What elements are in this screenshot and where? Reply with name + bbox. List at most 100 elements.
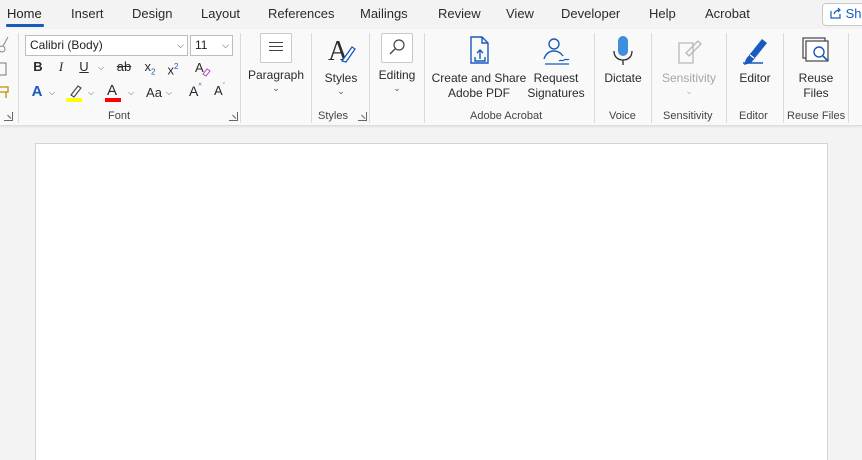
create-pdf-label-2: Adobe PDF — [447, 86, 511, 100]
microphone-icon — [613, 36, 633, 65]
ribbon: Calibri (Body) ⌵ 11 ⌵ B I U ⌵ ab x2 x2 A… — [0, 29, 862, 126]
group-separator — [240, 33, 241, 123]
superscript-mark: 2 — [174, 62, 179, 71]
shrink-font-letter: A — [214, 83, 223, 98]
font-name-combobox[interactable]: Calibri (Body) ⌵ — [25, 35, 188, 56]
grow-font-button[interactable]: A^ — [189, 83, 207, 103]
create-pdf-icon — [470, 36, 489, 64]
tab-insert[interactable]: Insert — [71, 6, 104, 21]
group-separator — [726, 33, 727, 123]
sensitivity-label: Sensitivity — [661, 71, 717, 85]
document-page[interactable] — [35, 143, 828, 460]
chevron-down-icon: ⌵ — [177, 40, 184, 50]
share-label: Share — [845, 6, 862, 21]
tab-acrobat[interactable]: Acrobat — [705, 6, 750, 21]
font-color-letter: A — [107, 82, 118, 99]
format-painter-icon[interactable] — [0, 81, 12, 101]
editor-button[interactable]: Editor — [732, 35, 778, 86]
text-effects-button[interactable]: A — [28, 82, 46, 102]
underline-button[interactable]: U — [76, 57, 92, 77]
tab-home[interactable]: Home — [7, 6, 42, 21]
paragraph-icon — [260, 33, 292, 63]
highlighter-icon — [66, 85, 82, 102]
editing-label: Editing — [378, 68, 416, 82]
shrink-font-button[interactable]: Aˇ — [214, 83, 232, 103]
editor-pen-icon — [743, 39, 767, 65]
bold-button[interactable]: B — [30, 57, 46, 77]
grow-font-letter: A — [189, 83, 199, 99]
reuse-files-group-label: Reuse Files — [787, 110, 846, 122]
editor-label: Editor — [739, 71, 771, 85]
group-separator — [18, 33, 19, 123]
tab-design[interactable]: Design — [132, 6, 172, 21]
font-dialog-launcher[interactable] — [229, 112, 238, 121]
reuse-label-2: Files — [803, 86, 829, 100]
subscript-mark: 2 — [151, 67, 156, 77]
chevron-down-icon: ⌄ — [272, 83, 280, 93]
font-color-swatch — [105, 98, 121, 102]
svg-text:A: A — [195, 60, 204, 75]
sensitivity-group-label: Sensitivity — [663, 110, 713, 122]
italic-button[interactable]: I — [53, 57, 69, 77]
caret-up-icon: ^ — [198, 83, 202, 90]
font-size-value: 11 — [195, 38, 208, 52]
create-share-pdf-button[interactable]: Create and Share Adobe PDF — [430, 35, 528, 101]
editing-button[interactable]: Editing ⌄ — [374, 33, 420, 93]
group-separator — [783, 33, 784, 123]
group-separator — [424, 33, 425, 123]
request-label-1: Request — [533, 71, 579, 85]
reuse-files-icon — [802, 37, 829, 62]
paragraph-button[interactable]: Paragraph ⌄ — [246, 33, 306, 93]
tab-view[interactable]: View — [506, 6, 534, 21]
tab-developer[interactable]: Developer — [561, 6, 620, 21]
clear-formatting-icon[interactable]: A — [194, 59, 212, 77]
font-name-value: Calibri (Body) — [30, 38, 103, 52]
underline-options-chevron-icon[interactable]: ⌵ — [98, 63, 104, 73]
editor-group-label: Editor — [739, 110, 768, 122]
subscript-button[interactable]: x2 — [142, 57, 158, 77]
acrobat-group-label: Adobe Acrobat — [470, 110, 543, 122]
change-case-button[interactable]: Aa — [143, 83, 165, 103]
group-separator — [651, 33, 652, 123]
tab-help[interactable]: Help — [649, 6, 676, 21]
group-separator — [369, 33, 370, 123]
change-case-chevron-icon[interactable]: ⌵ — [166, 88, 172, 98]
font-color-button[interactable]: A — [104, 82, 124, 103]
chevron-down-icon: ⌄ — [337, 86, 345, 96]
signature-icon — [543, 38, 570, 65]
sensitivity-button[interactable]: Sensitivity ⌄ — [658, 35, 720, 96]
font-size-combobox[interactable]: 11 ⌵ — [190, 35, 233, 56]
tab-references[interactable]: References — [268, 6, 334, 21]
tab-layout[interactable]: Layout — [201, 6, 240, 21]
text-effects-chevron-icon[interactable]: ⌵ — [49, 88, 55, 98]
cut-icon[interactable] — [0, 35, 12, 55]
font-group-label: Font — [108, 110, 131, 122]
request-signatures-button[interactable]: Request Signatures — [526, 35, 586, 101]
styles-label: Styles — [324, 71, 358, 85]
highlight-chevron-icon[interactable]: ⌵ — [88, 88, 94, 98]
styles-icon: A — [328, 36, 356, 67]
group-separator — [848, 33, 849, 123]
chevron-down-icon: ⌄ — [685, 86, 693, 96]
reuse-files-button[interactable]: Reuse Files — [790, 35, 842, 101]
styles-button[interactable]: A Styles ⌄ — [318, 33, 364, 96]
paragraph-label: Paragraph — [247, 68, 305, 82]
superscript-button[interactable]: x2 — [165, 57, 181, 77]
highlight-color-button[interactable] — [65, 83, 85, 103]
clipboard-dialog-launcher[interactable] — [4, 112, 13, 121]
group-separator — [311, 33, 312, 123]
active-tab-indicator — [6, 24, 44, 27]
caret-down-icon: ˇ — [222, 83, 226, 90]
tab-mailings[interactable]: Mailings — [360, 6, 408, 21]
share-button[interactable]: Share — [822, 3, 862, 26]
search-icon — [381, 33, 413, 63]
group-separator — [594, 33, 595, 123]
tab-review[interactable]: Review — [438, 6, 481, 21]
ribbon-tab-bar: Home Insert Design Layout References Mai… — [0, 0, 862, 29]
sensitivity-label-icon — [678, 40, 702, 64]
styles-dialog-launcher[interactable] — [358, 112, 367, 121]
font-color-chevron-icon[interactable]: ⌵ — [128, 88, 134, 98]
copy-icon[interactable] — [0, 59, 12, 79]
dictate-button[interactable]: Dictate — [600, 35, 646, 86]
strikethrough-button[interactable]: ab — [114, 57, 134, 77]
